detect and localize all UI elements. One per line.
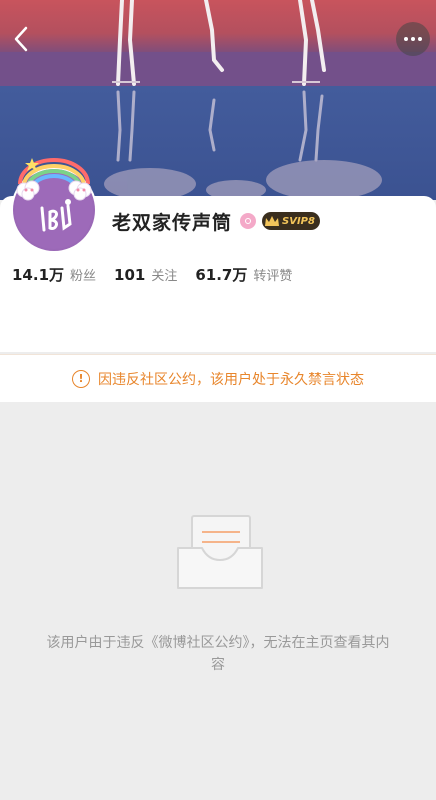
more-dot-icon	[411, 37, 415, 41]
stats-row: 14.1万 粉丝 101 关注 61.7万 转评赞	[12, 264, 310, 288]
svip-badge[interactable]: SVIP8	[262, 212, 321, 230]
empty-inbox-icon	[177, 515, 263, 589]
stat-value: 101	[114, 266, 146, 284]
empty-state-message: 该用户由于违反《微博社区公约》，无法在主页查看其内容	[46, 635, 390, 673]
back-arrow-icon	[14, 26, 28, 52]
svip-label: SVIP8	[282, 215, 315, 227]
stat-label: 转评赞	[253, 269, 293, 284]
crown-icon	[265, 216, 280, 226]
more-dot-icon	[404, 37, 408, 41]
stat-label: 粉丝	[70, 269, 97, 284]
more-dot-icon	[418, 37, 422, 41]
avatar[interactable]	[10, 154, 100, 254]
verified-badge-icon[interactable]	[240, 213, 257, 229]
stat-followers[interactable]: 14.1万 粉丝	[12, 264, 96, 285]
more-options-button[interactable]	[396, 22, 430, 56]
username: 老双家传声筒	[112, 211, 233, 234]
stat-value: 61.7万	[195, 266, 248, 284]
stat-label: 关注	[151, 269, 178, 284]
stat-value: 14.1万	[12, 266, 65, 284]
stat-interactions[interactable]: 61.7万 转评赞	[195, 264, 292, 285]
ban-notice-text: 因违反社区公约，该用户处于永久禁言状态	[98, 371, 364, 388]
warning-icon: !	[72, 369, 90, 388]
ban-notice: ! 因违反社区公约，该用户处于永久禁言状态	[0, 354, 436, 402]
stat-following[interactable]: 101 关注	[114, 265, 177, 284]
name-row: 老双家传声筒 SVIP8	[112, 206, 321, 236]
back-button[interactable]	[6, 22, 36, 56]
